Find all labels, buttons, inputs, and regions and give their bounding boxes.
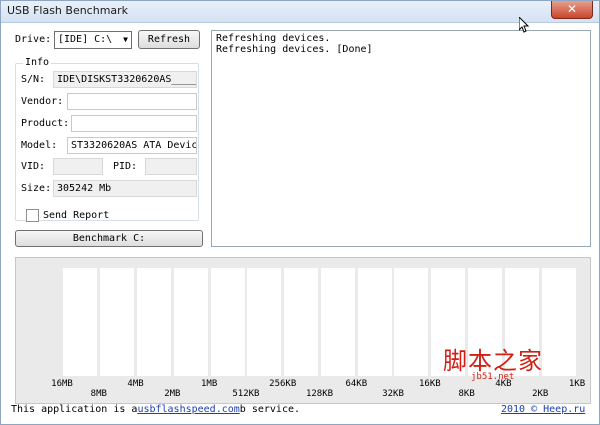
x-tick-label: 2KB (532, 389, 549, 399)
chart-column (210, 268, 245, 376)
copyright: 2010 © Heep.ru (501, 404, 585, 415)
main-panel: Drive: [IDE] C:\ ▼ Refresh Info S/N: IDE… (1, 23, 599, 424)
x-tick-label: 1KB (568, 379, 586, 389)
chart-column (320, 268, 355, 376)
pid-field (145, 158, 197, 175)
x-tick-label: 256KB (269, 379, 297, 389)
app-window: USB Flash Benchmark ✕ Drive: [IDE] C:\ ▼… (0, 0, 600, 425)
refresh-button-label: Refresh (147, 34, 191, 45)
chart-column (284, 268, 319, 376)
vid-field (53, 158, 103, 175)
product-field (71, 115, 197, 132)
mouse-cursor-icon (519, 17, 529, 33)
x-tick-label: 32KB (382, 389, 404, 399)
chart-column (100, 268, 135, 376)
x-tick-label: 8MB (90, 389, 107, 399)
close-button[interactable]: ✕ (551, 1, 593, 19)
x-tick-label: 64KB (345, 379, 368, 389)
send-report-checkbox[interactable] (26, 209, 39, 222)
pid-label: PID: (113, 161, 138, 172)
benchmark-button-label: Benchmark C: (72, 233, 146, 244)
chart-column (247, 268, 282, 376)
copyright-link[interactable]: 2010 © Heep.ru (501, 404, 585, 415)
chart-column (394, 268, 429, 376)
chevron-down-icon: ▼ (123, 35, 128, 44)
chart-column (357, 268, 392, 376)
x-tick-label: 1MB (201, 379, 218, 389)
benchmark-button[interactable]: Benchmark C: (15, 230, 203, 247)
size-field: 305242 Mb (53, 180, 197, 197)
chart-column (136, 268, 171, 376)
info-legend: Info (23, 57, 52, 68)
send-report-label[interactable]: Send Report (43, 210, 109, 221)
product-label: Product: (21, 118, 70, 129)
close-icon: ✕ (566, 2, 578, 16)
sn-value: IDE\DISKST3320620AS_____ (57, 74, 197, 85)
vendor-field (67, 93, 197, 110)
sn-field: IDE\DISKST3320620AS_____ (53, 71, 197, 88)
x-tick-label: 4MB (127, 379, 144, 389)
model-label: Model: (21, 140, 58, 151)
log-line: Refreshing devices. (216, 33, 331, 44)
sn-label: S/N: (21, 74, 46, 85)
footer-text-after: b service. (239, 404, 301, 415)
x-tick-label: 512KB (232, 389, 260, 399)
footer-text-before: This application is a (11, 404, 138, 415)
watermark-text: 脚本之家 (443, 347, 543, 375)
x-tick-label: 16KB (419, 379, 441, 389)
chart-column (173, 268, 208, 376)
drive-select-value: [IDE] C:\ (58, 34, 113, 45)
drive-select[interactable]: [IDE] C:\ ▼ (54, 31, 132, 49)
window-title: USB Flash Benchmark (7, 4, 129, 17)
log-line: Refreshing devices. [Done] (216, 44, 373, 55)
model-value: ST3320620AS ATA Device (71, 140, 197, 151)
size-label: Size: (21, 183, 52, 194)
watermark-url: jb51.net (471, 372, 515, 382)
chart-column (63, 268, 98, 376)
size-value: 305242 Mb (57, 183, 112, 194)
x-tick-label: 2MB (164, 389, 181, 399)
chart-column (541, 268, 576, 376)
drive-label: Drive: (15, 34, 52, 45)
refresh-button[interactable]: Refresh (138, 30, 200, 49)
x-tick-label: 16MB (51, 379, 73, 389)
model-field: ST3320620AS ATA Device (67, 137, 197, 154)
vid-label: VID: (21, 161, 46, 172)
log-output[interactable]: Refreshing devices. Refreshing devices. … (211, 30, 591, 247)
x-tick-label: 128KB (305, 389, 334, 399)
x-tick-label: 8KB (458, 389, 475, 399)
vendor-label: Vendor: (21, 96, 64, 107)
usbflashspeed-link[interactable]: usbflashspeed.com (137, 404, 239, 415)
title-bar[interactable]: USB Flash Benchmark ✕ (1, 1, 599, 23)
